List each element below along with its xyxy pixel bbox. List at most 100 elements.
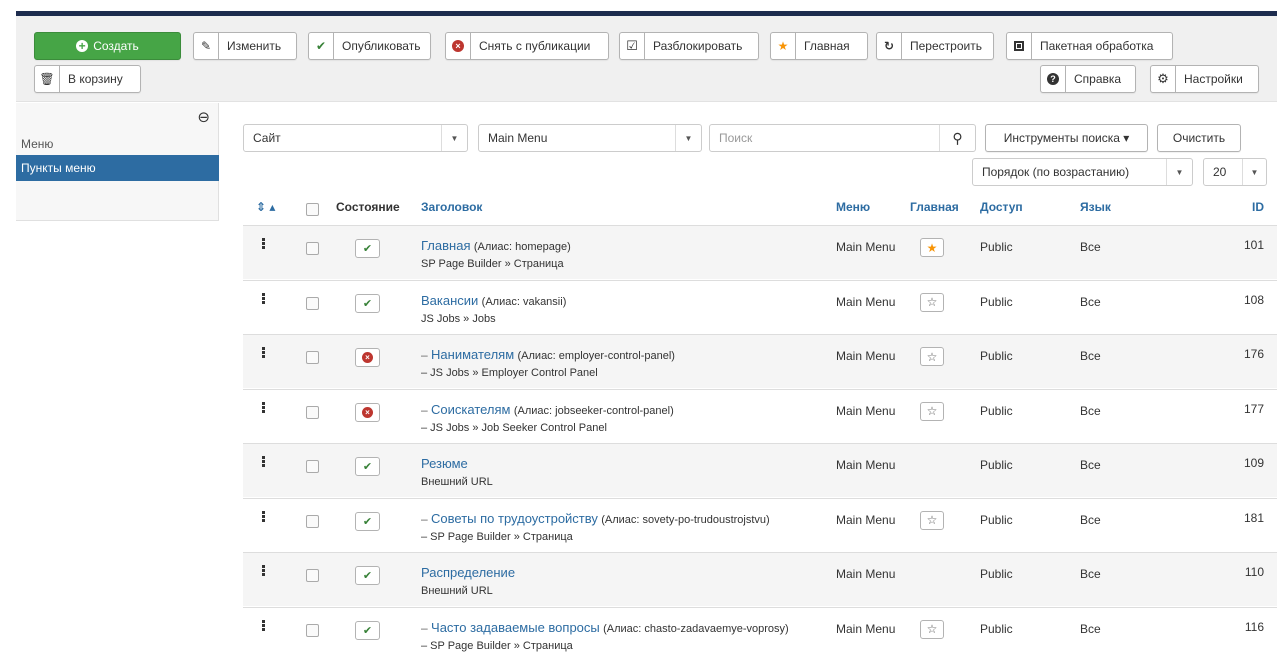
state-toggle-button[interactable]: ✔ [355, 566, 380, 585]
item-id: 116 [1244, 619, 1264, 634]
item-title-link[interactable]: Главная [421, 238, 470, 253]
star-outline-icon: ☆ [926, 349, 938, 364]
row-checkbox[interactable] [306, 242, 319, 255]
options-button[interactable]: ⚙ Настройки [1150, 65, 1259, 93]
item-type: – SP Page Builder » Страница [421, 530, 573, 543]
row-checkbox[interactable] [306, 514, 319, 528]
sort-header[interactable]: ⇕ ▴ [256, 200, 275, 214]
item-title-link[interactable]: Соискателям [431, 402, 510, 417]
publish-button[interactable]: ✔ Опубликовать [308, 32, 431, 60]
sidebar-item-menu-items[interactable]: Пункты меню [16, 155, 219, 181]
drag-handle-icon[interactable] [262, 347, 266, 359]
client-select[interactable]: Сайт ▼ [243, 124, 468, 152]
home-toggle-button[interactable]: ★ [920, 238, 944, 257]
item-menu: Main Menu [836, 621, 896, 636]
item-access: Public [980, 349, 1013, 363]
state-toggle-button[interactable]: × [355, 402, 380, 422]
edit-button[interactable]: ✎ Изменить [193, 32, 297, 60]
search-tools-button[interactable]: Инструменты поиска ▾ [985, 124, 1148, 152]
home-toggle-button[interactable]: ☆ [920, 347, 944, 366]
item-language: Все [1080, 512, 1101, 527]
item-id: 108 [1243, 292, 1264, 307]
star-icon: ★ [926, 240, 938, 255]
drag-handle-icon[interactable] [262, 292, 266, 305]
state-header[interactable]: Состояние [336, 200, 400, 214]
row-checkbox[interactable] [306, 460, 319, 473]
home-toggle-button[interactable]: ☆ [920, 292, 944, 312]
select-all-checkbox[interactable] [306, 203, 319, 216]
item-language: Все [1080, 567, 1101, 581]
item-language: Все [1080, 349, 1101, 363]
row-checkbox[interactable] [306, 569, 319, 582]
state-toggle-button[interactable]: ✔ [355, 239, 380, 258]
ordering-select[interactable]: Порядок (по возрастанию) ▼ [972, 158, 1193, 186]
limit-select[interactable]: 20 ▼ [1203, 158, 1267, 186]
item-title-link[interactable]: Распределение [421, 565, 515, 580]
plus-circle-icon: + [76, 33, 93, 59]
drag-handle-icon[interactable] [262, 238, 266, 250]
collapse-sidebar-icon[interactable]: ⊖ [197, 108, 210, 126]
item-language: Все [1080, 403, 1101, 418]
item-type: JS Jobs » Jobs [421, 312, 496, 325]
level-prefix: – [421, 620, 428, 635]
home-toggle-button[interactable]: ☆ [920, 619, 944, 639]
drag-handle-icon[interactable] [262, 456, 266, 468]
help-button[interactable]: ? Справка [1040, 65, 1136, 93]
row-checkbox[interactable] [306, 405, 319, 419]
access-header[interactable]: Доступ [980, 200, 1023, 214]
item-title: – Часто задаваемые вопросы (Алиас: chast… [421, 620, 789, 635]
home-toggle-button[interactable]: ☆ [920, 401, 944, 421]
drag-handle-icon[interactable] [262, 510, 266, 523]
unpublish-button[interactable]: × Снять с публикации [445, 32, 609, 60]
item-menu: Main Menu [836, 512, 896, 527]
item-type: Внешний URL [421, 476, 493, 488]
sidebar-item-menus[interactable]: Меню [16, 131, 219, 157]
title-header[interactable]: Заголовок [421, 200, 482, 214]
menu-header[interactable]: Меню [836, 200, 870, 214]
item-type: – SP Page Builder » Страница [421, 639, 573, 652]
rebuild-button[interactable]: ↻ Перестроить [876, 32, 994, 60]
menutype-select[interactable]: Main Menu ▼ [478, 124, 702, 152]
state-toggle-button[interactable]: ✔ [355, 511, 380, 531]
clear-button[interactable]: Очистить [1157, 124, 1241, 152]
table-row: ✔ – Советы по трудоустройству (Алиас: sov… [243, 497, 1277, 552]
language-header[interactable]: Язык [1080, 200, 1111, 214]
search-icon[interactable]: ⚲ [939, 125, 975, 151]
item-title: – Нанимателям (Алиас: employer-control-p… [421, 347, 675, 362]
checkin-button[interactable]: ☑ Разблокировать [619, 32, 759, 60]
state-toggle-button[interactable]: ✔ [355, 457, 380, 476]
item-alias: (Алиас: vakansii) [481, 295, 567, 308]
question-circle-icon: ? [1041, 66, 1066, 92]
drag-handle-icon[interactable] [262, 401, 266, 414]
level-prefix: – [421, 348, 428, 362]
item-title-link[interactable]: Резюме [421, 456, 468, 471]
toolbar: + Создать ✎ Изменить ✔ Опубликовать × Сн… [16, 16, 1277, 102]
item-title-link[interactable]: Нанимателям [431, 347, 514, 362]
item-title-link[interactable]: Часто задаваемые вопросы [431, 620, 600, 635]
search-input[interactable]: Поиск ⚲ [709, 124, 976, 152]
state-toggle-button[interactable]: ✔ [355, 293, 380, 313]
batch-button[interactable]: Пакетная обработка [1006, 32, 1173, 60]
drag-handle-icon[interactable] [262, 619, 266, 632]
row-checkbox[interactable] [306, 296, 319, 310]
item-title-link[interactable]: Вакансии [421, 293, 478, 308]
item-title: Главная (Алиас: homepage) [421, 238, 571, 253]
item-menu: Main Menu [836, 458, 896, 472]
id-header[interactable]: ID [1200, 200, 1264, 214]
star-outline-icon: ☆ [926, 622, 938, 636]
item-language: Все [1080, 294, 1101, 309]
table-row: ✔ Главная (Алиас: homepage) SP Page Builde… [243, 225, 1277, 279]
row-checkbox[interactable] [306, 351, 319, 364]
trash-button[interactable]: 🗑 В корзину [34, 65, 141, 93]
drag-handle-icon[interactable] [262, 565, 266, 577]
home-header[interactable]: Главная [910, 200, 959, 214]
home-toggle-button[interactable]: ☆ [920, 510, 944, 530]
edit-icon: ✎ [194, 33, 219, 59]
table-row: × – Соискателям (Алиас: jobseeker-control… [243, 388, 1277, 443]
item-id: 176 [1243, 347, 1264, 361]
home-button[interactable]: ★ Главная [770, 32, 868, 60]
item-title-link[interactable]: Советы по трудоустройству [431, 511, 598, 526]
row-checkbox[interactable] [306, 623, 319, 637]
state-toggle-button[interactable]: × [355, 348, 380, 367]
create-button[interactable]: + Создать [34, 32, 181, 60]
